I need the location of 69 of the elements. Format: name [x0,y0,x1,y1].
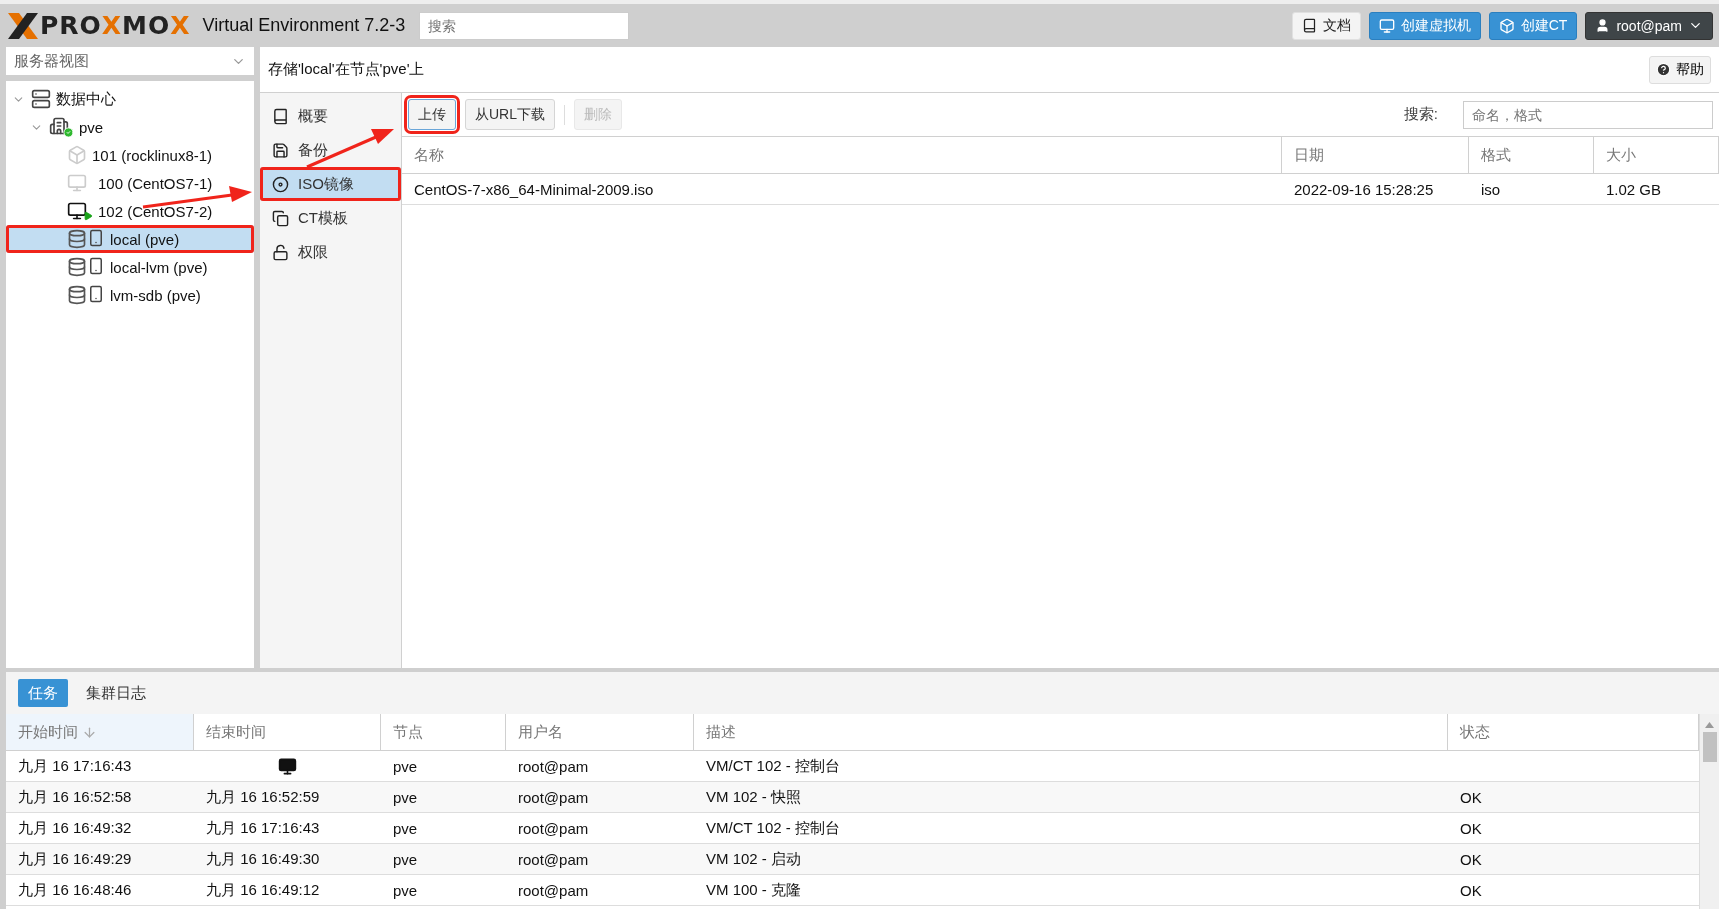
view-label: 服务器视图 [14,51,89,71]
nav-item[interactable]: 备份 [260,133,401,167]
header-button[interactable]: 文档 [1291,11,1361,40]
template-icon [272,209,289,227]
table-cell: 九月 16 16:52:59 [194,782,381,813]
monitor-icon [67,201,93,221]
unlock-icon [272,243,289,261]
nav-item[interactable]: 权限 [260,235,401,269]
floppy-icon [272,141,289,159]
table-cell: root@pam [506,844,694,875]
tree-item[interactable]: 102 (CentOS7-2) [6,197,254,225]
scrollbar-thumb[interactable] [1702,732,1717,762]
search-label: 搜索: [1403,105,1438,124]
table-cell: 九月 16 16:49:30 [194,844,381,875]
table-cell: pve [381,844,506,875]
storage-icon [67,285,105,305]
scroll-up-icon[interactable] [1705,722,1714,728]
column-header[interactable]: 格式 [1469,137,1594,174]
tree-item[interactable]: local-lvm (pve) [6,253,254,281]
column-header[interactable]: 用户名 [506,714,694,751]
disc-icon [272,175,289,193]
user-menu[interactable]: root@pam [1585,11,1713,40]
sort-icon [82,724,97,740]
help-button[interactable]: 帮助 [1649,55,1711,84]
help-icon [1656,62,1671,77]
table-cell: OK [1448,844,1699,875]
monitor-icon [1378,17,1395,34]
view-selector[interactable]: 服务器视图 [6,47,254,75]
column-header[interactable]: 名称 [402,137,1282,174]
node-icon [49,116,74,138]
product-version: Virtual Environment 7.2-3 [202,15,406,36]
column-header[interactable]: 日期 [1282,137,1469,174]
table-cell: pve [381,782,506,813]
table-cell: 九月 16 16:49:29 [6,844,194,875]
tree-item[interactable]: 101 (rocklinux8-1) [6,141,254,169]
toolbar-button[interactable]: 从URL下载 [465,99,555,130]
nav-item[interactable]: CT模板 [260,201,401,235]
tree-item[interactable]: 100 (CentOS7-1) [6,169,254,197]
tree-item[interactable]: local (pve) [6,225,254,253]
panel-title: 存储'local'在节点'pve'上 [268,60,425,79]
tree-item[interactable]: lvm-sdb (pve) [6,281,254,309]
book-icon [1301,18,1317,33]
nav-item[interactable]: ISO镜像 [260,167,401,201]
cube-icon [1498,17,1515,34]
column-header[interactable]: 描述 [694,714,1448,751]
book-icon [272,107,289,125]
container-icon [67,145,87,165]
table-cell: VM 102 - 启动 [694,844,1448,875]
column-header[interactable]: 开始时间 [6,714,194,751]
table-cell: VM 102 - 快照 [694,782,1448,813]
storage-icon [67,229,105,249]
storage-icon [67,257,105,277]
tree-item[interactable]: pve [6,113,254,141]
column-header[interactable]: 节点 [381,714,506,751]
tab[interactable]: 集群日志 [76,679,156,707]
table-cell: OK [1448,782,1699,813]
table-cell: root@pam [506,782,694,813]
table-cell: 九月 16 16:52:58 [6,782,194,813]
tree-item[interactable]: 数据中心 [6,85,254,113]
search-field[interactable]: 搜索 [419,11,630,40]
server-icon [31,89,51,109]
user-icon [1595,18,1611,33]
scrollbar[interactable] [1699,714,1719,909]
search-field[interactable]: 命名，格式 [1463,100,1713,129]
nav-item[interactable]: 概要 [260,99,401,133]
column-header[interactable]: 大小 [1594,137,1719,174]
column-header[interactable]: 状态 [1448,714,1699,751]
proxmox-logo: PROXMOX [6,10,191,41]
column-header[interactable]: 结束时间 [194,714,381,751]
